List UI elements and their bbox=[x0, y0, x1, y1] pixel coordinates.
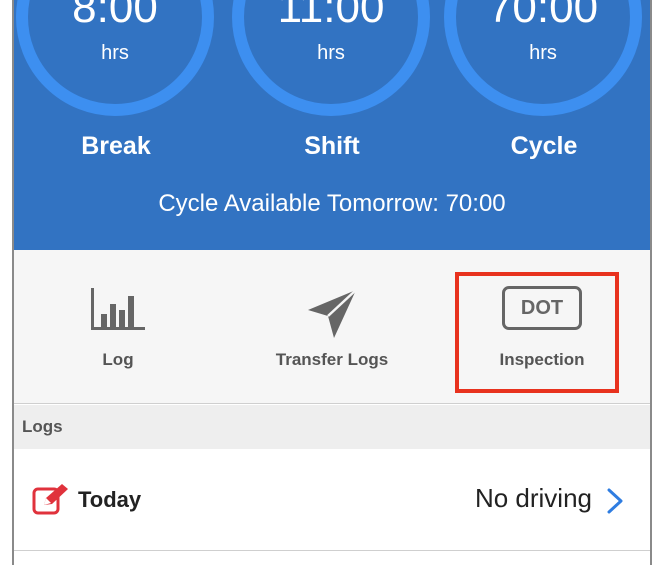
shift-gauge: 11:00 hrs bbox=[232, 0, 430, 116]
hours-summary-panel: 8:00 hrs 11:00 hrs 70:00 hrs Break Shift… bbox=[14, 0, 650, 250]
shift-time: 11:00 bbox=[277, 0, 385, 32]
log-row-today[interactable]: Today No driving bbox=[14, 449, 650, 551]
bar-chart-icon bbox=[91, 288, 145, 330]
cycle-unit: hrs bbox=[529, 42, 557, 64]
cycle-time: 70:00 bbox=[487, 0, 599, 32]
shift-label: Shift bbox=[304, 132, 360, 160]
transfer-logs-button[interactable]: Transfer Logs bbox=[252, 250, 412, 404]
cycle-label: Cycle bbox=[510, 132, 578, 160]
action-bar: Log Transfer Logs DOT Inspection bbox=[14, 250, 650, 404]
break-unit: hrs bbox=[101, 42, 129, 64]
break-gauge: 8:00 hrs bbox=[16, 0, 214, 116]
cycle-gauge: 70:00 hrs bbox=[444, 0, 642, 116]
edit-icon bbox=[32, 484, 68, 515]
chevron-right-icon bbox=[607, 488, 623, 514]
log-label: Log bbox=[102, 350, 134, 369]
shift-unit: hrs bbox=[317, 42, 345, 64]
highlight-box bbox=[455, 272, 619, 393]
logs-section-header: Logs bbox=[14, 405, 650, 449]
log-button[interactable]: Log bbox=[58, 250, 178, 404]
log-row-title: Today bbox=[78, 487, 142, 512]
transfer-logs-label: Transfer Logs bbox=[275, 350, 389, 369]
break-label: Break bbox=[81, 132, 151, 160]
break-time: 8:00 bbox=[72, 0, 158, 32]
cycle-available-text: Cycle Available Tomorrow: 70:00 bbox=[158, 190, 506, 217]
paper-plane-icon bbox=[308, 289, 357, 338]
app-frame: 8:00 hrs 11:00 hrs 70:00 hrs Break Shift… bbox=[12, 0, 652, 565]
log-row-status: No driving bbox=[474, 483, 592, 513]
